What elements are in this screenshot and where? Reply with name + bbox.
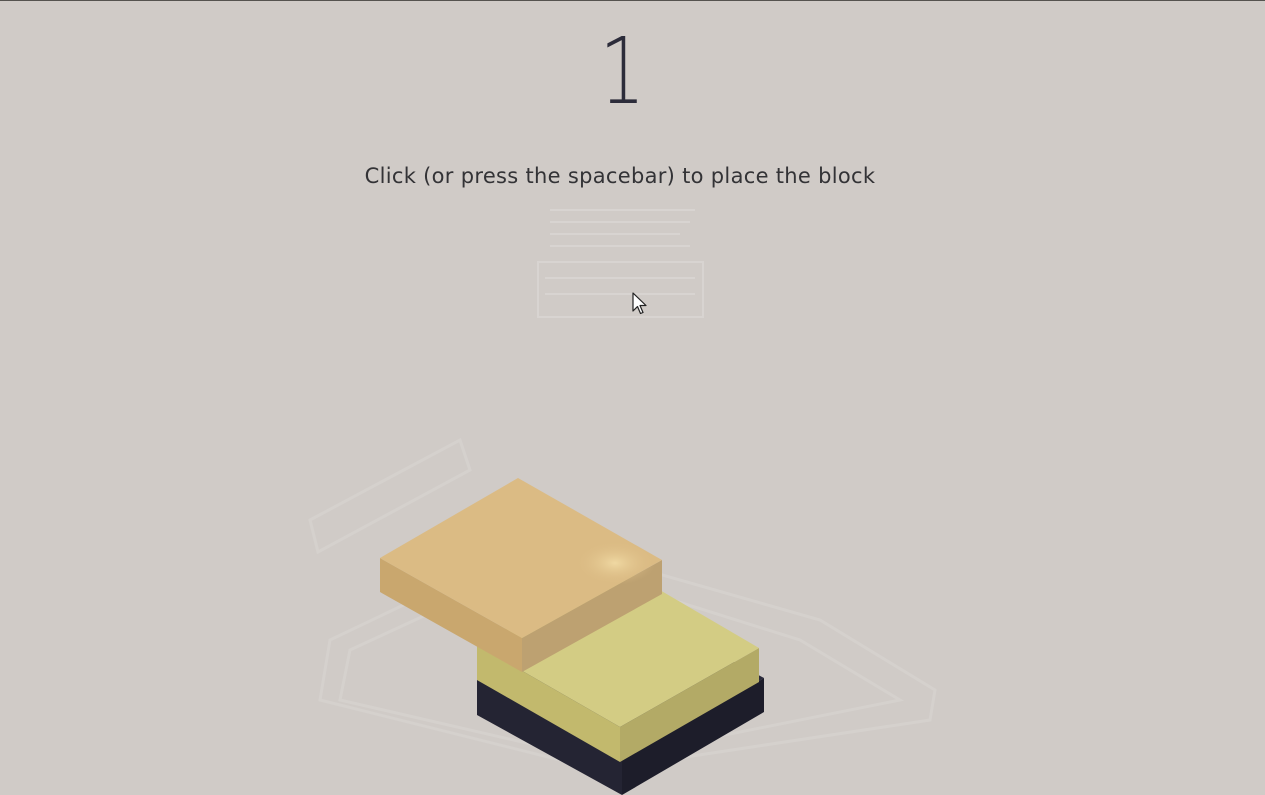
mouse-pointer-icon	[632, 292, 647, 315]
game-canvas[interactable]	[0, 0, 1265, 795]
